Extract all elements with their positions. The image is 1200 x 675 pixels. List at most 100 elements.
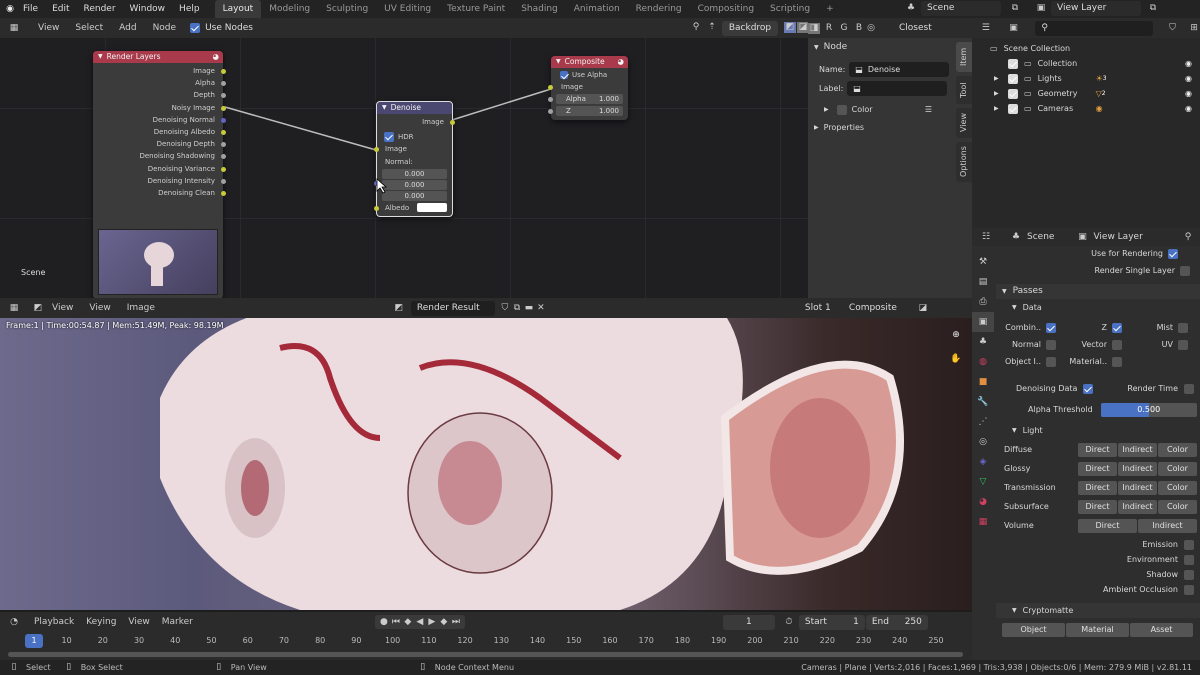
workspace-tab-layout[interactable]: Layout [214, 0, 262, 18]
node-section-header[interactable]: ▼ Node [808, 40, 972, 55]
diffuse-direct-button[interactable]: Direct [1078, 442, 1117, 457]
cryptomatte-object-button[interactable]: Object [1002, 623, 1065, 637]
workspace-tab-uv-editing[interactable]: UV Editing [376, 0, 439, 18]
denoising-data-checkbox[interactable] [1083, 383, 1094, 394]
glossy-indirect-button[interactable]: Indirect [1118, 461, 1157, 476]
input-socket[interactable] [548, 97, 553, 103]
editor-type-icon[interactable]: ◔ [8, 617, 20, 628]
pass-checkbox[interactable] [1184, 569, 1194, 580]
render-single-layer-row[interactable]: Render Single Layer [996, 263, 1200, 278]
pass-z[interactable]: Z [1062, 320, 1128, 335]
render-icon[interactable]: ◕ [212, 51, 219, 63]
record-icon[interactable]: ● [378, 617, 390, 628]
timeline-ruler[interactable]: 1 10 20 30 40 50 60 70 80 90 100 110 120 130 140 150 160… [0, 634, 972, 648]
sidebar-tab-options[interactable]: Options [956, 142, 972, 182]
normal-value-field[interactable]: 0.000 [382, 190, 447, 201]
pass-checkbox[interactable] [1046, 339, 1056, 350]
visibility-checkbox[interactable] [1008, 73, 1018, 84]
layer-select[interactable]: Composite [843, 301, 913, 316]
workspace-tab-scripting[interactable]: Scripting [762, 0, 818, 18]
glossy-color-button[interactable]: Color [1158, 461, 1197, 476]
pass-emission[interactable]: Emission [996, 537, 1200, 552]
add-workspace-button[interactable]: + [818, 0, 842, 18]
output-socket[interactable] [221, 178, 226, 184]
expand-icon[interactable]: ▶ [994, 101, 1004, 116]
transmission-direct-button[interactable]: Direct [1078, 480, 1117, 495]
subsurface-indirect-button[interactable]: Indirect [1118, 499, 1157, 514]
z-field[interactable]: Z 1.000 [548, 106, 623, 117]
input-socket[interactable] [548, 85, 553, 91]
unlink-image-icon[interactable]: ✕ [535, 303, 547, 314]
properties-tab-tool-icon[interactable]: ⚒ [972, 252, 994, 272]
expand-icon[interactable]: ▶ [994, 71, 1004, 86]
pass-mist[interactable]: Mist [1128, 320, 1194, 335]
diffuse-color-button[interactable]: Color [1158, 442, 1197, 457]
input-socket[interactable] [374, 205, 379, 211]
sidebar-tab-tool[interactable]: Tool [956, 76, 972, 104]
denoise-node-header[interactable]: ▼ Denoise [377, 102, 452, 114]
timeline-menu-keying[interactable]: Keying [80, 617, 122, 627]
properties-editor-type-icon[interactable]: ☷ [980, 232, 992, 243]
denoise-node[interactable]: ▼ Denoise Image HDR Image Normal: 0.000 0… [374, 101, 455, 217]
start-frame-field[interactable]: Start 1 [798, 614, 865, 630]
sidebar-tab-item[interactable]: Item [956, 42, 972, 72]
pan-hand-icon[interactable]: ✋ [950, 354, 962, 365]
data-subheader[interactable]: ▼ Data [996, 300, 1200, 315]
composite-node-header[interactable]: ▼ Composite ◕ [551, 56, 628, 68]
open-image-icon[interactable]: ▬ [523, 303, 535, 314]
timeline[interactable]: ◔ Playback Keying View Marker ● ⏮ ◆ ◀ ▶ ◆ ⏭… [0, 612, 972, 660]
properties-row[interactable]: ▶ Properties [808, 120, 972, 135]
jump-end-icon[interactable]: ⏭ [450, 617, 462, 628]
play-reverse-icon[interactable]: ◀ [414, 617, 426, 628]
collapse-icon[interactable]: ▼ [556, 56, 561, 68]
normal-value-field[interactable]: 0.000 [382, 179, 447, 190]
eye-icon[interactable]: ◉ [1185, 71, 1192, 86]
diffuse-indirect-button[interactable]: Indirect [1118, 442, 1157, 457]
properties-tab-particles-icon[interactable]: ⋰ [972, 412, 994, 432]
glossy-direct-button[interactable]: Direct [1078, 461, 1117, 476]
output-socket[interactable] [450, 120, 455, 125]
visibility-checkbox[interactable] [1008, 58, 1018, 69]
object-type-icon[interactable]: ☀ [1096, 71, 1103, 86]
input-socket[interactable] [548, 109, 553, 115]
transmission-color-button[interactable]: Color [1158, 480, 1197, 495]
output-socket[interactable] [221, 105, 226, 111]
menu-window[interactable]: Window [123, 0, 173, 18]
editor-type-icon[interactable]: ▦ [8, 303, 20, 314]
pass-shadow[interactable]: Shadow [996, 567, 1200, 582]
render-single-layer-checkbox[interactable] [1180, 265, 1190, 276]
image-browse-icon[interactable]: ◩ [393, 303, 405, 314]
image-editor[interactable]: ▦ ◩ View View Image ◩ Render Result ⛉ ⧉ ▬ … [0, 298, 972, 610]
pass-checkbox[interactable] [1112, 339, 1122, 350]
cryptomatte-asset-button[interactable]: Asset [1130, 623, 1193, 637]
pass-material[interactable]: Material.. [1062, 354, 1128, 369]
outliner-editor-type-icon[interactable]: ☰ [980, 23, 992, 34]
properties-tab-object-icon[interactable]: ■ [972, 372, 994, 392]
properties-tab-modifiers-icon[interactable]: 🔧 [972, 392, 994, 412]
scene-icon[interactable]: ♣ [905, 3, 917, 14]
pass-combin[interactable]: Combin.. [996, 320, 1062, 335]
properties-tab-render-icon[interactable]: ▤ [972, 272, 994, 292]
output-socket[interactable] [221, 69, 226, 74]
pass-checkbox[interactable] [1112, 356, 1122, 367]
volume-direct-button[interactable]: Direct [1078, 518, 1137, 533]
collapse-icon[interactable]: ▼ [98, 51, 103, 63]
image-menu-view-0[interactable]: View [44, 298, 81, 318]
pass-checkbox[interactable] [1184, 539, 1194, 550]
context-view-layer[interactable]: View Layer [1093, 232, 1142, 242]
object-type-icon[interactable]: ◉ [1096, 101, 1103, 116]
subsurface-direct-button[interactable]: Direct [1078, 499, 1117, 514]
color-checkbox[interactable] [836, 104, 847, 115]
channel-g-button[interactable]: G [838, 23, 850, 34]
menu-render[interactable]: Render [77, 0, 123, 18]
properties-tab-physics-icon[interactable]: ◎ [972, 432, 994, 452]
new-scene-icon[interactable]: ⧉ [1009, 3, 1021, 14]
node-label-field[interactable]: ⬓ [847, 81, 948, 96]
view-layer-selector[interactable]: View Layer [1051, 1, 1141, 16]
timeline-menu-view[interactable]: View [122, 617, 155, 627]
timeline-menu-marker[interactable]: Marker [156, 617, 199, 627]
next-keyframe-icon[interactable]: ◆ [438, 617, 450, 628]
eye-icon[interactable]: ◉ [1185, 86, 1192, 101]
input-socket[interactable] [374, 147, 379, 153]
image-menu-image-2[interactable]: Image [119, 298, 163, 318]
